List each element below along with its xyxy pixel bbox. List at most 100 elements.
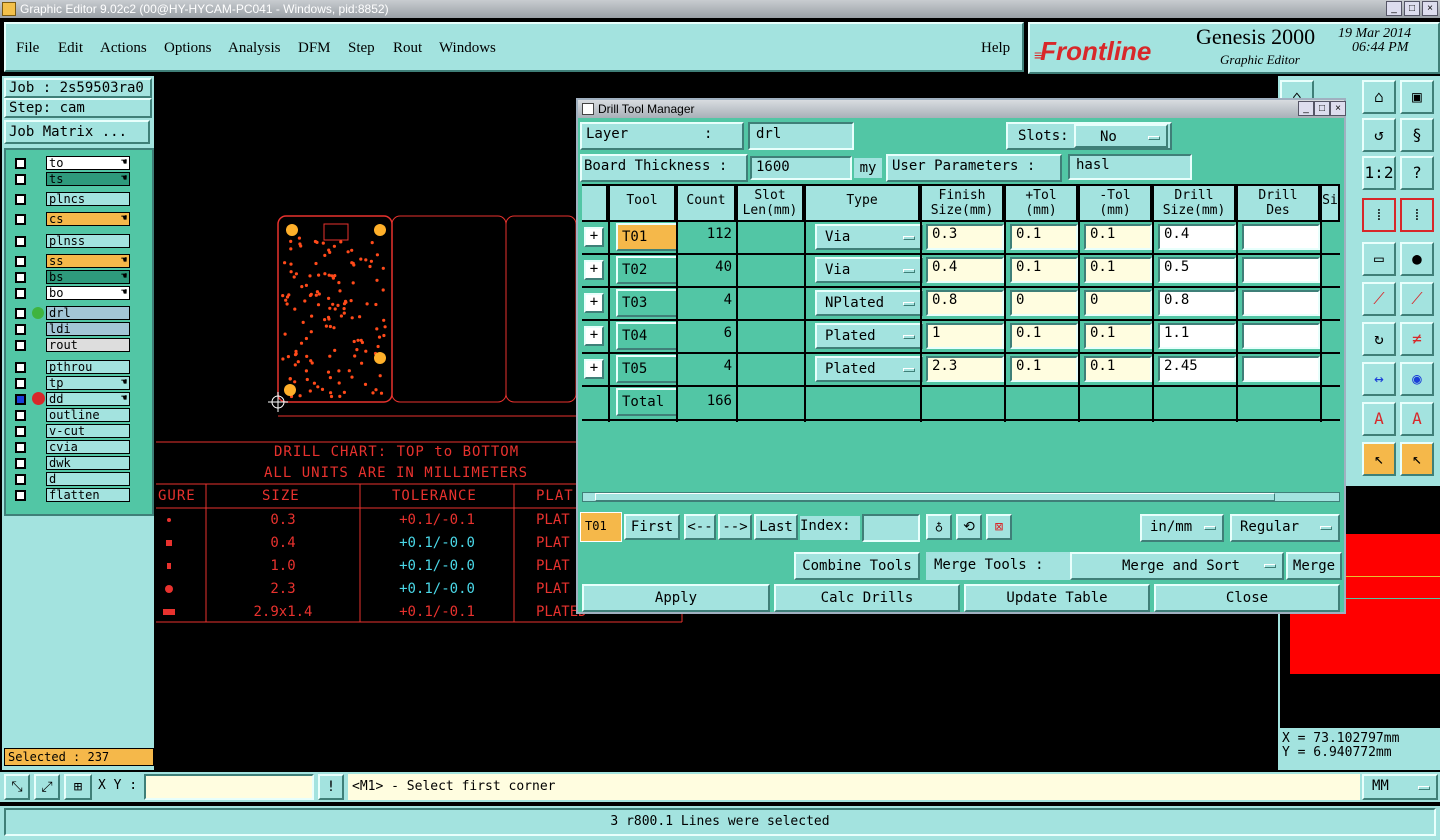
layer-checkbox[interactable]	[15, 426, 26, 437]
grid-icon[interactable]: ⊞	[64, 774, 92, 800]
tool-drill-field[interactable]: 0.8	[1158, 290, 1236, 316]
layer-name[interactable]: v-cut	[46, 424, 130, 438]
tool-ptol-field[interactable]: 0.1	[1010, 257, 1078, 283]
tool-type-dropdown[interactable]: NPlated	[815, 290, 923, 316]
dialog-maximize-button[interactable]: □	[1314, 101, 1330, 116]
apply-button[interactable]: Apply	[582, 584, 770, 612]
calc-drills-button[interactable]: Calc Drills	[774, 584, 960, 612]
tool-ptol-field[interactable]: 0.1	[1010, 323, 1078, 349]
layer-name[interactable]: dd	[46, 392, 130, 406]
tool-button[interactable]: T05	[616, 355, 678, 383]
layer-checkbox[interactable]	[15, 442, 26, 453]
tool-des-field[interactable]	[1242, 257, 1320, 283]
minimize-button[interactable]: _	[1386, 1, 1402, 16]
layer-row[interactable]: flatten	[14, 488, 130, 502]
tool-des-field[interactable]	[1242, 356, 1320, 382]
arc-icon[interactable]: ↻	[1362, 322, 1396, 356]
layer-field[interactable]: drl	[748, 122, 854, 150]
user-parameters-field[interactable]: hasl	[1068, 154, 1192, 180]
tool-des-field[interactable]	[1242, 323, 1320, 349]
expand-row-icon[interactable]: +	[584, 293, 604, 313]
tool-drill-field[interactable]: 0.5	[1158, 257, 1236, 283]
menu-options[interactable]: Options	[164, 40, 212, 57]
tool-mtol-field[interactable]: 0.1	[1084, 323, 1152, 349]
tool-ptol-field[interactable]: 0.1	[1010, 224, 1078, 250]
house-icon[interactable]: ⌂	[1362, 80, 1396, 114]
tool-button[interactable]: T03	[616, 289, 678, 317]
layer-checkbox[interactable]	[15, 214, 26, 225]
tool-button[interactable]: T01	[616, 223, 678, 251]
layer-name[interactable]: d	[46, 472, 130, 486]
layer-row[interactable]: pthrou	[14, 360, 130, 374]
dialog-minimize-button[interactable]: _	[1298, 101, 1314, 116]
zoom-fit-icon[interactable]: ⤡	[4, 774, 30, 800]
layer-name[interactable]: drl	[46, 306, 130, 320]
layer-row[interactable]: ss ☚	[14, 254, 130, 268]
merge-button[interactable]: Merge	[1286, 552, 1342, 580]
layer-row[interactable]: tp ☚	[14, 376, 130, 390]
merge-mode-dropdown[interactable]: Merge and Sort	[1070, 552, 1284, 580]
help-icon[interactable]: ?	[1400, 156, 1434, 190]
pad-icon[interactable]: ●	[1400, 242, 1434, 276]
rotate-icon[interactable]: ↺	[1362, 118, 1396, 152]
pads-icon[interactable]: ◉	[1400, 362, 1434, 396]
expand-row-icon[interactable]: +	[584, 260, 604, 280]
tool-ptol-field[interactable]: 0	[1010, 290, 1078, 316]
layer-checkbox[interactable]	[15, 458, 26, 469]
layer-name[interactable]: ts	[46, 172, 130, 186]
layer-name[interactable]: pthrou	[46, 360, 130, 374]
last-button[interactable]: Last	[754, 514, 798, 540]
menu-help[interactable]: Help	[981, 40, 1010, 57]
layer-row[interactable]: bs ☚	[14, 270, 130, 284]
maximize-button[interactable]: □	[1404, 1, 1420, 16]
tool-mtol-field[interactable]: 0.1	[1084, 224, 1152, 250]
job-matrix-button[interactable]: Job Matrix ...	[4, 120, 150, 144]
prev-button[interactable]: <--	[684, 514, 716, 540]
ruler-icon[interactable]: ▭	[1362, 242, 1396, 276]
units-select[interactable]: MM	[1362, 774, 1438, 800]
layer-checkbox[interactable]	[15, 158, 26, 169]
layer-checkbox[interactable]	[15, 324, 26, 335]
xy-input[interactable]	[144, 774, 314, 800]
line-add-icon[interactable]: ⟋	[1400, 282, 1434, 316]
s-curve-icon[interactable]: §	[1400, 118, 1434, 152]
drill-icon[interactable]: ⁞	[1362, 198, 1396, 232]
layer-name[interactable]: to	[46, 156, 130, 170]
menu-edit[interactable]: Edit	[58, 40, 83, 57]
tool-type-dropdown[interactable]: Plated	[815, 323, 923, 349]
mode-dropdown[interactable]: Regular	[1230, 514, 1340, 542]
menu-file[interactable]: File	[16, 40, 39, 57]
text-icon[interactable]: A	[1362, 402, 1396, 436]
tool-finish-field[interactable]: 0.3	[926, 224, 1004, 250]
layer-checkbox[interactable]	[15, 194, 26, 205]
tool-drill-field[interactable]: 1.1	[1158, 323, 1236, 349]
refresh-icon[interactable]: ⟲	[956, 514, 982, 540]
expand-row-icon[interactable]: +	[584, 227, 604, 247]
menu-actions[interactable]: Actions	[100, 40, 147, 57]
layer-checkbox[interactable]	[15, 236, 26, 247]
layer-row[interactable]: drl	[14, 306, 130, 320]
tool-button[interactable]: T02	[616, 256, 678, 284]
line-icon[interactable]: ⟋	[1362, 282, 1396, 316]
layer-row[interactable]: bo ☚	[14, 286, 130, 300]
layer-name[interactable]: tp	[46, 376, 130, 390]
layer-checkbox[interactable]	[15, 174, 26, 185]
layer-row[interactable]: ldi	[14, 322, 130, 336]
close-button[interactable]: Close	[1154, 584, 1340, 612]
layer-name[interactable]: dwk	[46, 456, 130, 470]
bulb-icon[interactable]: ♁	[926, 514, 952, 540]
tool-type-dropdown[interactable]: Plated	[815, 356, 923, 382]
layer-name[interactable]: cs	[46, 212, 130, 226]
drill-select-icon[interactable]: ⁞	[1400, 198, 1434, 232]
feature-icon[interactable]: ≠	[1400, 322, 1434, 356]
menu-step[interactable]: Step	[348, 40, 375, 57]
layer-checkbox[interactable]	[15, 272, 26, 283]
horizontal-scrollbar[interactable]	[582, 492, 1340, 502]
layer-name[interactable]: ss	[46, 254, 130, 268]
expand-row-icon[interactable]: +	[584, 359, 604, 379]
tool-type-dropdown[interactable]: Via	[815, 224, 923, 250]
dialog-close-button[interactable]: ×	[1330, 101, 1346, 116]
alert-icon[interactable]: !	[318, 774, 344, 800]
tool-drill-field[interactable]: 0.4	[1158, 224, 1236, 250]
board-thickness-field[interactable]: 1600	[750, 156, 852, 180]
